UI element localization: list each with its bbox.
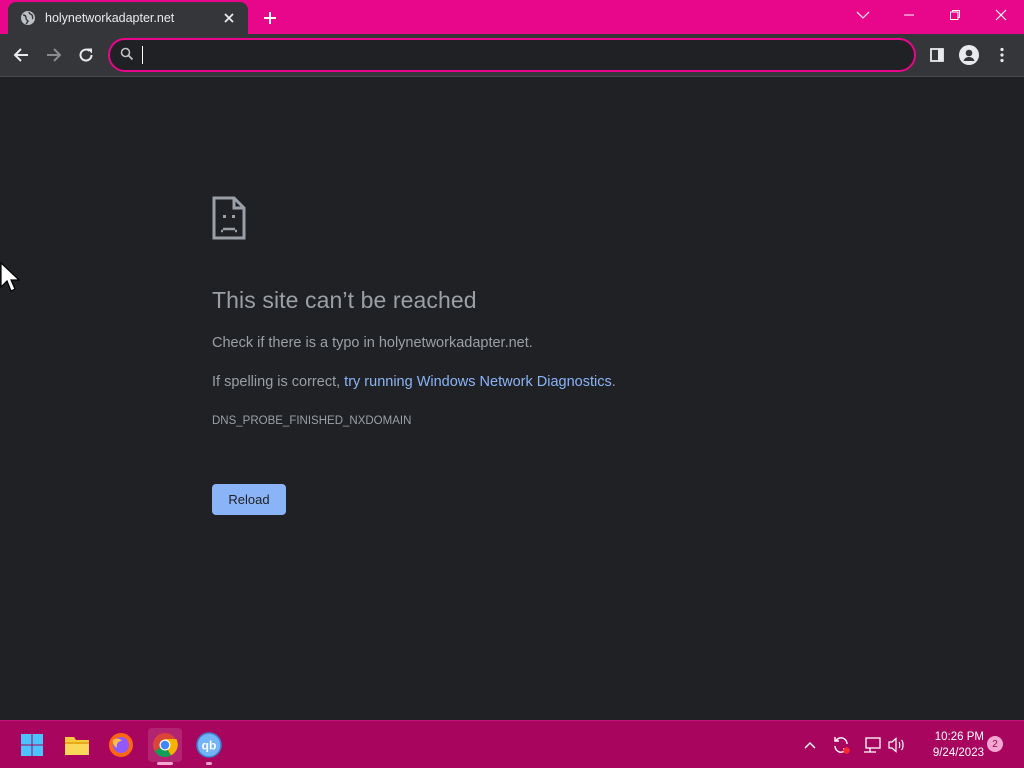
tab-strip: holynetworkadapter.net	[0, 0, 1024, 34]
sad-page-icon	[212, 196, 246, 240]
new-tab-button[interactable]	[259, 7, 281, 29]
running-app-indicator	[206, 762, 212, 765]
page-content: This site can’t be reached Check if ther…	[0, 78, 1024, 720]
clock-time: 10:26 PM	[934, 731, 984, 743]
side-panel-icon[interactable]	[922, 40, 952, 70]
back-button[interactable]	[6, 40, 36, 70]
typo-hint: Check if there is a typo in holynetworka…	[212, 335, 533, 351]
error-code: DNS_PROBE_FINISHED_NXDOMAIN	[212, 415, 412, 427]
start-icon[interactable]	[15, 728, 49, 762]
restore-icon[interactable]	[932, 0, 978, 30]
address-bar[interactable]	[108, 38, 916, 72]
error-heading: This site can’t be reached	[212, 287, 477, 313]
notification-badge[interactable]: 2	[987, 736, 1003, 752]
clock[interactable]: 10:26 PM 9/24/2023	[916, 729, 984, 761]
volume-icon[interactable]	[886, 733, 908, 757]
menu-icon[interactable]	[987, 40, 1017, 70]
diagnostics-prefix: If spelling is correct,	[212, 374, 345, 390]
file-explorer-icon[interactable]	[60, 728, 94, 762]
browser-toolbar	[0, 34, 1024, 77]
minimize-icon[interactable]	[886, 0, 932, 30]
profile-icon[interactable]	[954, 40, 984, 70]
mouse-cursor-icon	[0, 261, 21, 294]
tab-search-icon[interactable]	[840, 0, 886, 30]
diagnostics-suffix: .	[611, 374, 616, 390]
reload-icon[interactable]	[71, 40, 101, 70]
diagnostics-hint: If spelling is correct, try running Wind…	[212, 374, 616, 390]
network-icon[interactable]	[861, 733, 883, 757]
sync-alert-icon[interactable]	[829, 733, 853, 757]
tab-title: holynetworkadapter.net	[45, 11, 175, 25]
close-tab-icon[interactable]	[220, 9, 238, 27]
close-window-icon[interactable]	[978, 0, 1024, 30]
chevron-up-icon[interactable]	[800, 733, 820, 757]
reload-button[interactable]: Reload	[212, 484, 286, 515]
globe-icon	[20, 10, 36, 26]
clock-date: 9/24/2023	[932, 747, 984, 759]
diagnostics-link[interactable]: try running Windows Network Diagnostics	[344, 374, 612, 390]
forward-button[interactable]	[39, 40, 69, 70]
firefox-icon[interactable]	[104, 728, 138, 762]
taskbar: qb 10:26 PM 9/24/2023	[0, 720, 1024, 768]
active-app-indicator	[157, 762, 173, 765]
svg-text:qb: qb	[202, 739, 217, 753]
chrome-icon[interactable]	[148, 728, 182, 765]
qbittorrent-icon[interactable]: qb	[192, 728, 226, 765]
browser-tab[interactable]: holynetworkadapter.net	[8, 2, 248, 34]
address-input[interactable]	[143, 47, 914, 63]
search-icon	[120, 47, 136, 63]
